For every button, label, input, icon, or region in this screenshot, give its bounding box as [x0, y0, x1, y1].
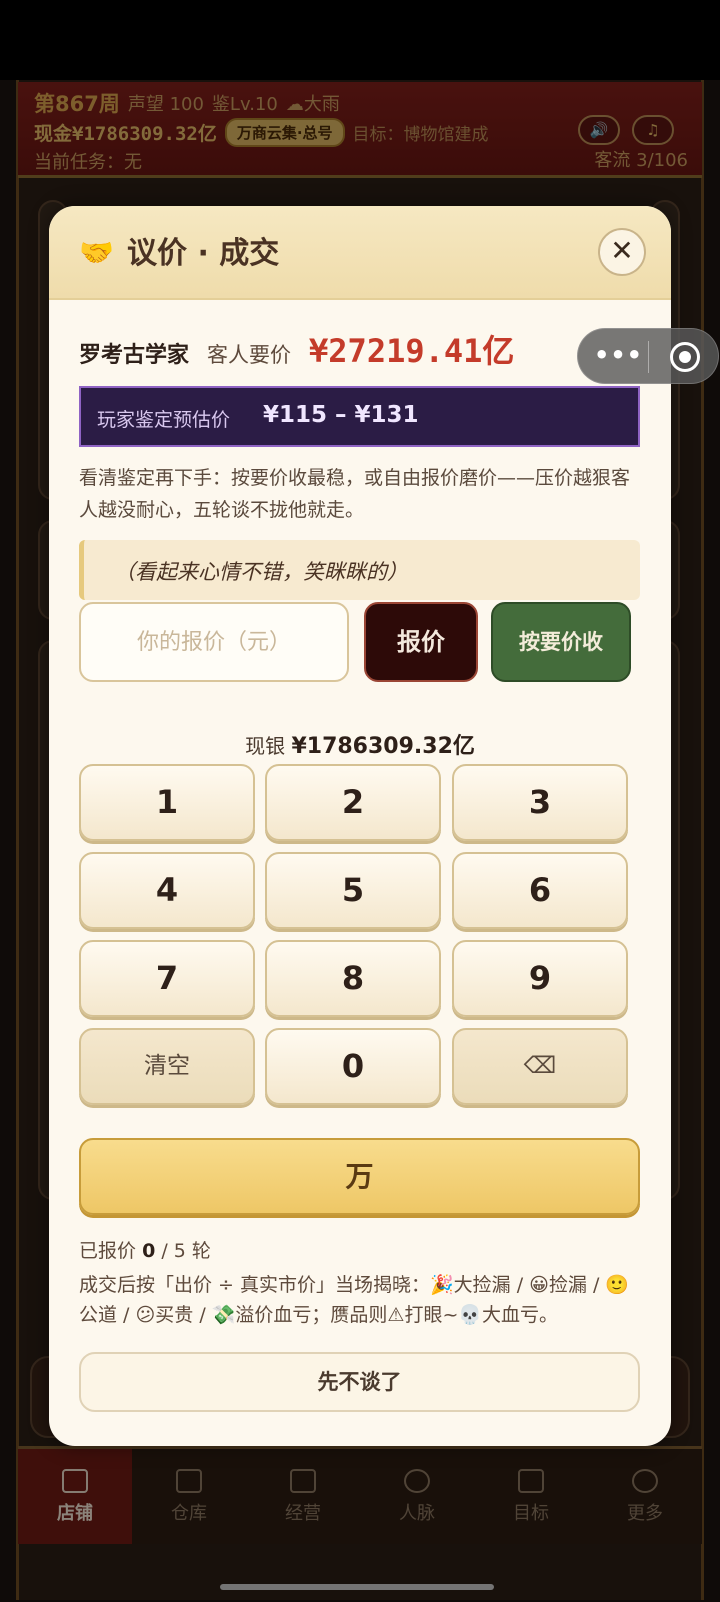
key-4[interactable]: 4 — [79, 852, 255, 929]
more-menu-icon[interactable]: ••• — [594, 343, 642, 371]
quit-negotiation-button[interactable]: 先不谈了 — [79, 1352, 640, 1412]
key-6[interactable]: 6 — [452, 852, 628, 929]
key-1[interactable]: 1 — [79, 764, 255, 841]
guest-name: 罗考古学家 — [79, 343, 190, 368]
result-reveal-rules: 成交后按「出价 ÷ 真实市价」当场揭晓：🎉大捡漏 / 😀捡漏 / 🙂公道 / 😕… — [79, 1274, 630, 1326]
negotiation-hint: 看清鉴定再下手：按要价收最稳，或自由报价磨价——压价越狠客人越没耐心，五轮谈不拢… — [79, 467, 631, 521]
key-7[interactable]: 7 — [79, 940, 255, 1017]
current-cash-label: 现银 — [245, 734, 286, 758]
current-cash-line: 现银 ¥1786309.32亿 — [49, 728, 671, 760]
close-button[interactable]: ✕ — [598, 228, 646, 276]
guest-line: 罗考古学家 客人要价 ¥27219.41亿 — [79, 326, 514, 372]
close-icon: ✕ — [610, 234, 634, 267]
appraisal-estimate-bar: 玩家鉴定预估价 ¥115 – ¥131 — [79, 386, 640, 447]
round-prefix: 已报价 — [79, 1240, 137, 1262]
dialog-header: 🤝 议价 · 成交 ✕ — [49, 206, 671, 300]
offer-input[interactable] — [79, 602, 349, 682]
accept-asking-price-button[interactable]: 按要价收 — [491, 602, 631, 682]
guest-mood-text: （看起来心情不错，笑眯眯的） — [114, 560, 408, 584]
close-miniprogram-icon[interactable] — [670, 342, 700, 372]
ask-price-label: 客人要价 — [207, 343, 292, 367]
wan-button[interactable]: 万 — [79, 1138, 640, 1215]
handshake-icon: 🤝 — [79, 236, 114, 269]
rounds-total: / 5 轮 — [161, 1240, 211, 1262]
backspace-icon: ⌫ — [523, 1053, 557, 1079]
rounds-done: 0 — [142, 1240, 156, 1262]
miniprogram-capsule: ••• — [577, 328, 719, 384]
offer-button[interactable]: 报价 — [364, 602, 478, 682]
round-counter: 已报价 0 / 5 轮 — [79, 1236, 211, 1263]
status-bar — [0, 0, 720, 80]
dialog-title: 议价 · 成交 — [127, 236, 280, 271]
key-3[interactable]: 3 — [452, 764, 628, 841]
guest-mood: （看起来心情不错，笑眯眯的） — [79, 540, 640, 600]
ask-price-value: ¥27219.41亿 — [309, 332, 515, 370]
clear-button[interactable]: 清空 — [79, 1028, 255, 1105]
key-8[interactable]: 8 — [265, 940, 441, 1017]
estimate-range: ¥115 – ¥131 — [263, 402, 419, 428]
backspace-button[interactable]: ⌫ — [452, 1028, 628, 1105]
key-5[interactable]: 5 — [265, 852, 441, 929]
negotiation-dialog: 🤝 议价 · 成交 ✕ 罗考古学家 客人要价 ¥27219.41亿 玩家鉴定预估… — [49, 206, 671, 1446]
key-9[interactable]: 9 — [452, 940, 628, 1017]
key-2[interactable]: 2 — [265, 764, 441, 841]
key-0[interactable]: 0 — [265, 1028, 441, 1105]
current-cash-value: ¥1786309.32亿 — [291, 734, 475, 759]
estimate-label: 玩家鉴定预估价 — [97, 409, 231, 431]
capsule-divider — [648, 341, 649, 373]
